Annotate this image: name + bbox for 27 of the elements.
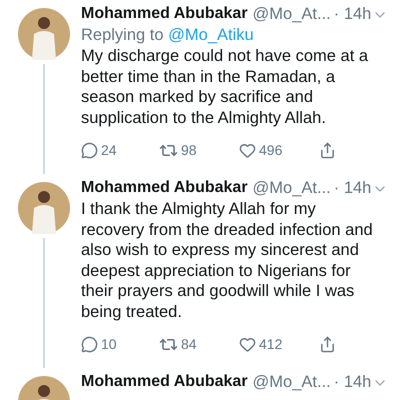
author-handle: @Mo_At... [252, 4, 331, 25]
tweet-time: · 14h [334, 4, 372, 25]
tweet-text: My discharge could not have come at a better time than in the Ramadan, a season marked by sacrifice and supplication to the Almighty Allah. [81, 46, 370, 128]
reply-count: 10 [101, 334, 117, 354]
reply-count: 24 [101, 140, 117, 160]
reply-icon[interactable] [81, 142, 98, 158]
tweet-text: I thank the Almighty Allah for my recovery from the dreaded infection and also wish to express my sincerest and deepest appreciation to Nigerians for their prayers and goodwill while I was being treated. [81, 199, 374, 322]
heart-icon[interactable] [239, 336, 256, 352]
share-icon[interactable] [319, 336, 336, 352]
like-count: 496 [259, 140, 282, 160]
author-handle: @Mo_At... [252, 372, 331, 393]
like-count: 412 [259, 334, 282, 354]
heart-icon[interactable] [239, 142, 256, 158]
reply-mention-link[interactable]: @Mo_Atiku [168, 26, 254, 44]
share-icon[interactable] [319, 142, 336, 158]
retweet-count: 84 [181, 334, 197, 354]
author-name: Mohammed Abubakar [81, 178, 248, 198]
reply-icon[interactable] [81, 336, 98, 352]
author-name: Mohammed Abubakar [81, 372, 248, 392]
tweet-time: · 14h [334, 178, 372, 199]
author-name: Mohammed Abubakar [81, 4, 248, 24]
tweet-time: · 14h [334, 372, 372, 393]
author-handle: @Mo_At... [252, 178, 331, 199]
avatar[interactable] [18, 8, 70, 60]
retweet-count: 98 [181, 140, 197, 160]
replying-label: Replying to [81, 26, 164, 44]
avatar[interactable] [18, 182, 70, 234]
